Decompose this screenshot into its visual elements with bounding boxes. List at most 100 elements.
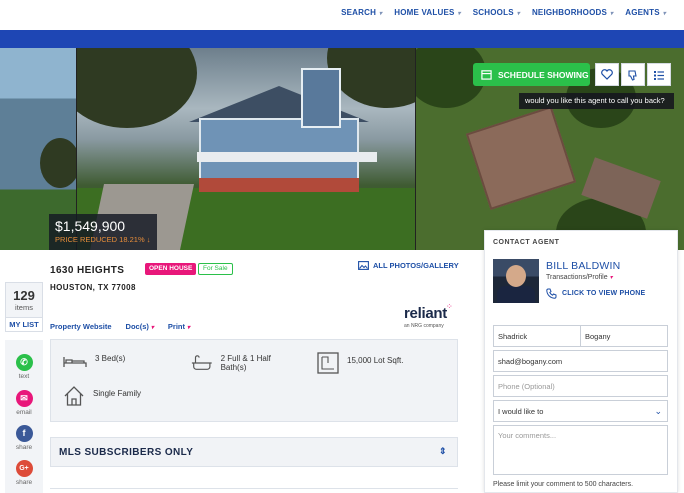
comment-limit-note: Please limit your comment to 500 charact… (493, 481, 634, 488)
results-count-number: 129 (13, 288, 35, 303)
agent-suit-shape (497, 286, 535, 303)
comments-textarea[interactable]: Your comments... (493, 425, 668, 475)
all-photos-label: ALL PHOTOS/GALLERY (373, 261, 459, 270)
main-nav: SEARCH ▾ HOME VALUES ▾ SCHOOLS ▾ NEIGHBORHO… (341, 8, 666, 17)
chevron-down-icon: ▾ (150, 325, 154, 331)
feature-baths: 2 Full & 1 Half Bath(s) (191, 354, 291, 372)
photo-gallery[interactable]: $1,549,900 PRICE REDUCED 18.21% ↓ SCHEDU… (0, 48, 684, 250)
nav-home-values[interactable]: HOME VALUES ▾ (394, 8, 461, 17)
dislike-button[interactable] (621, 63, 645, 86)
nav-search[interactable]: SEARCH ▾ (341, 8, 382, 17)
share-facebook[interactable]: f share (5, 425, 43, 451)
price-reduced: PRICE REDUCED 18.21% ↓ (55, 235, 151, 244)
logo-dots-icon: ⁘ (446, 302, 453, 311)
calendar-icon (481, 70, 492, 80)
chevron-down-icon: ▾ (662, 11, 666, 17)
inquiry-select[interactable]: I would like to ⌄ (493, 400, 668, 422)
email-field[interactable]: shad@bogany.com (493, 350, 668, 372)
chevron-down-icon: ▾ (610, 11, 614, 17)
house-tower-shape (301, 68, 341, 128)
phone-icon (546, 288, 557, 299)
agent-avatar[interactable] (493, 259, 539, 303)
schedule-showing-button[interactable]: SCHEDULE SHOWING (473, 63, 590, 86)
expand-collapse-icon: ⇕ (439, 446, 447, 456)
callback-tooltip[interactable]: would you like this agent to call you ba… (519, 93, 674, 109)
email-icon: ✉ (15, 390, 33, 407)
print-dropdown[interactable]: Print ▾ (168, 322, 190, 331)
listing-links: Property Website Doc(s) ▾ Print ▾ (50, 322, 190, 331)
list-view-button[interactable] (647, 63, 671, 86)
tree-shape (40, 138, 76, 188)
feature-type: Single Family (63, 385, 141, 407)
chevron-down-icon: ▾ (187, 325, 191, 331)
house-icon (64, 386, 84, 406)
agent-profile-dropdown[interactable]: Transactions/Profile ▾ (546, 274, 613, 281)
nav-agents[interactable]: AGENTS ▾ (625, 8, 666, 17)
results-count-label: items (15, 303, 33, 312)
mls-section-toggle[interactable]: MLS SUBSCRIBERS ONLY ⇕ (50, 437, 458, 467)
agent-face-shape (506, 265, 526, 287)
chevron-down-icon: ▾ (379, 11, 383, 17)
print-label: Print (167, 322, 185, 331)
property-features: 3 Bed(s) 2 Full & 1 Half Bath(s) 15,000 … (50, 339, 458, 422)
contact-agent-panel: CONTACT AGENT BILL BALDWIN Transactions/… (484, 230, 678, 493)
banner-bar (0, 30, 684, 48)
share-google-label: share (15, 479, 33, 486)
phone-field[interactable]: Phone (Optional) (493, 375, 668, 397)
floorplan-icon (317, 352, 339, 374)
open-house-badge[interactable]: OPEN HOUSE (145, 263, 197, 275)
address-city: HOUSTON, TX 77008 (50, 283, 136, 292)
agent-name[interactable]: BILL BALDWIN (546, 260, 620, 272)
view-phone-label: CLICK TO VIEW PHONE (562, 290, 646, 297)
feature-beds: 3 Bed(s) (63, 354, 125, 370)
facebook-icon: f (15, 425, 33, 442)
last-name-field[interactable]: Bogany (580, 325, 668, 347)
favorite-button[interactable] (595, 63, 619, 86)
feature-baths-label: 2 Full & 1 Half Bath(s) (220, 354, 271, 372)
bed-icon (63, 357, 87, 367)
share-column: ✆ text ✉ email f share G+ share (5, 340, 43, 493)
house-roof-shape (189, 86, 369, 122)
thumbs-down-icon (628, 69, 637, 81)
share-google[interactable]: G+ share (5, 460, 43, 486)
view-phone-link[interactable]: CLICK TO VIEW PHONE (546, 288, 645, 299)
photo-icon (358, 261, 369, 270)
share-email[interactable]: ✉ email (5, 390, 43, 416)
docs-dropdown[interactable]: Doc(s) ▾ (126, 322, 154, 331)
chevron-down-icon: ⌄ (654, 406, 662, 416)
share-text-label: text (18, 373, 30, 380)
feature-beds-label: 3 Bed(s) (95, 354, 126, 363)
share-text[interactable]: ✆ text (5, 354, 43, 380)
address-street: 1630 HEIGHTS (50, 265, 125, 276)
house-base-shape (199, 178, 359, 192)
first-name-field[interactable]: Shadrick (493, 325, 581, 347)
contact-title: CONTACT AGENT (493, 239, 560, 246)
inquiry-select-value: I would like to (498, 407, 544, 416)
chevron-down-icon: ▾ (516, 11, 520, 17)
section-divider (50, 488, 458, 493)
sponsor-logo[interactable]: ⁘ reliant an NRG company (404, 302, 453, 329)
bathtub-icon (191, 355, 212, 370)
nav-neighborhoods[interactable]: NEIGHBORHOODS ▾ (532, 8, 613, 17)
sponsor-tagline: an NRG company (404, 323, 444, 329)
agent-role-label: Transactions/Profile (546, 274, 608, 281)
all-photos-link[interactable]: ALL PHOTOS/GALLERY (358, 261, 459, 270)
docs-label: Doc(s) (125, 322, 149, 331)
feature-type-label: Single Family (93, 389, 142, 398)
sponsor-name: reliant (404, 305, 447, 322)
house-porch-shape (197, 152, 377, 162)
mls-heading: MLS SUBSCRIBERS ONLY (59, 447, 194, 458)
share-email-label: email (16, 409, 32, 416)
tree-shape (77, 48, 197, 128)
property-website-link[interactable]: Property Website (50, 322, 112, 331)
feature-lot: 15,000 Lot Sqft. (317, 352, 404, 374)
price-box: $1,549,900 PRICE REDUCED 18.21% ↓ (49, 214, 157, 250)
nav-schools[interactable]: SCHOOLS ▾ (473, 8, 520, 17)
chevron-down-icon: ▾ (457, 11, 461, 17)
schedule-showing-label: SCHEDULE SHOWING (498, 69, 589, 80)
share-facebook-label: share (15, 444, 33, 451)
feature-lot-label: 15,000 Lot Sqft. (347, 356, 404, 365)
my-list-button[interactable]: MY LIST (5, 317, 43, 332)
aerial-roof-shape (465, 106, 577, 210)
list-icon (654, 70, 664, 80)
